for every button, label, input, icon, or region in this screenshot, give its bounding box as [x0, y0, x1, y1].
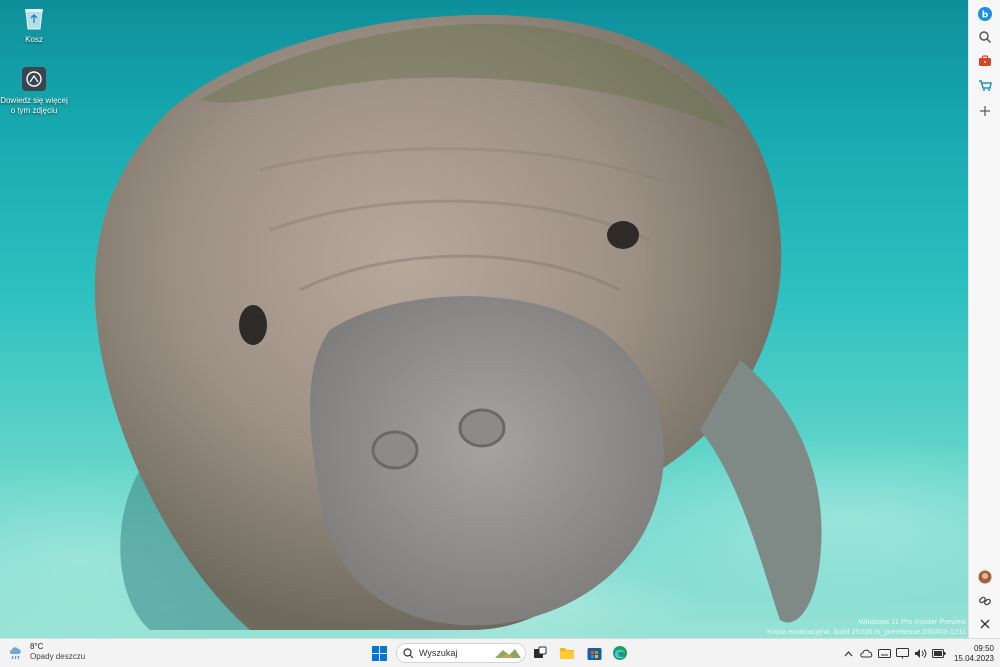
recycle-bin-label: Kosz [25, 35, 43, 44]
clock[interactable]: 09:50 15.04.2023 [954, 644, 994, 664]
add-icon [980, 106, 990, 116]
search-button[interactable] [973, 27, 997, 47]
recycle-bin-icon [21, 5, 47, 31]
build-watermark: Windows 11 Pro Insider Preview Kopia ewa… [767, 617, 966, 637]
clock-time: 09:50 [973, 643, 994, 653]
weather-widget[interactable]: 8°C Opady deszczu [8, 642, 85, 662]
tools-icon [979, 55, 991, 66]
learn-more-icon [21, 66, 47, 92]
link-icon [979, 596, 991, 606]
microsoft-store-button[interactable] [584, 643, 604, 663]
learn-about-photo-label: Dowiedz się więcej o tym zdjęciu [0, 96, 68, 115]
onedrive-button[interactable] [858, 645, 876, 663]
svg-text:b: b [982, 11, 989, 21]
close-icon [980, 619, 990, 629]
search-placeholder: Wyszukaj [419, 648, 458, 658]
monitor-network-icon [896, 648, 910, 659]
battery-icon [931, 649, 946, 658]
speaker-icon [915, 649, 927, 658]
show-hidden-icons-button[interactable] [840, 645, 858, 663]
system-tray: 09:50 15.04.2023 [840, 639, 994, 667]
weather-temperature: 8°C [30, 642, 44, 651]
search-icon [979, 31, 992, 44]
edge-sidebar: b [968, 0, 1000, 638]
manatee-photo [94, 14, 822, 630]
chevron-up-icon [845, 650, 853, 656]
taskbar: 8°C Opady deszczu Wyszukaj 09:50 15.04.2… [0, 638, 1000, 667]
watermark-line-1: Windows 11 Pro Insider Preview [858, 617, 966, 626]
desktop-wallpaper [0, 0, 968, 638]
profile-avatar-button[interactable] [973, 567, 997, 587]
weather-condition: Opady deszczu [30, 652, 86, 661]
folder-icon [560, 648, 574, 659]
search-highlight-art-icon [495, 649, 521, 658]
task-view-icon [534, 646, 547, 658]
windows-logo-icon [371, 645, 387, 661]
volume-button[interactable] [912, 645, 930, 663]
store-icon [587, 647, 601, 660]
network-button[interactable] [894, 645, 912, 663]
edge-icon [613, 646, 627, 660]
add-button[interactable] [973, 101, 997, 121]
clock-date: 15.04.2023 [953, 653, 994, 663]
keyboard-icon [878, 649, 892, 658]
close-sidebar-button[interactable] [973, 614, 997, 634]
shopping-icon [979, 80, 992, 91]
watermark-line-2: Kopia ewaluacyjna. build 25336.rs_prerel… [766, 627, 966, 636]
file-explorer-button[interactable] [557, 643, 577, 663]
battery-button[interactable] [930, 645, 948, 663]
rain-cloud-icon [9, 647, 21, 660]
keyboard-button[interactable] [876, 645, 894, 663]
edge-canary-button[interactable] [610, 643, 630, 663]
learn-about-photo-shortcut[interactable]: Dowiedz się więcej o tym zdjęciu [0, 66, 68, 116]
link-button[interactable] [973, 591, 997, 611]
start-button[interactable] [369, 643, 389, 663]
taskbar-search[interactable]: Wyszukaj [396, 643, 526, 663]
tools-button[interactable] [973, 51, 997, 71]
bing-button[interactable]: b [973, 4, 997, 24]
recycle-bin-shortcut[interactable]: Kosz [0, 5, 68, 45]
bing-icon: b [978, 7, 992, 21]
cloud-icon [860, 649, 873, 658]
search-icon [403, 647, 414, 658]
shopping-button[interactable] [973, 75, 997, 95]
avatar [978, 570, 992, 584]
task-view-button[interactable] [530, 643, 550, 663]
